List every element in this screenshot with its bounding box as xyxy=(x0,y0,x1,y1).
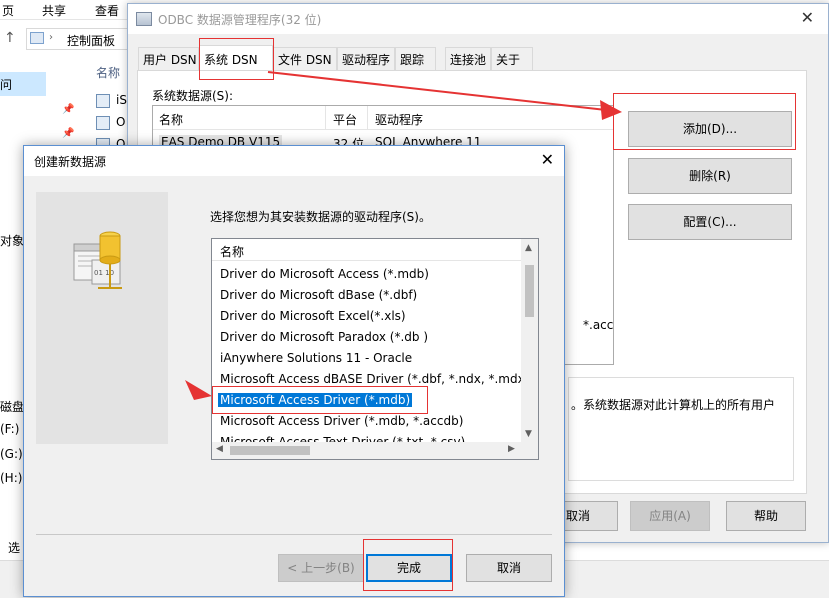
driver-list-horizontal-scrollbar[interactable]: ◀ ▶ xyxy=(212,442,523,459)
driver-label: Driver do Microsoft Access (*.mdb) xyxy=(220,267,429,281)
database-driver-icon: 01 10 xyxy=(73,231,122,289)
system-sources-label: 系统数据源(S): xyxy=(152,89,234,103)
configure-button[interactable]: 配置(C)... xyxy=(628,204,792,240)
scroll-thumb[interactable] xyxy=(230,446,310,455)
dsn-driver-fragment: *.accdb) xyxy=(583,318,614,332)
breadcrumb-control-panel[interactable]: 控制面板 xyxy=(67,32,115,49)
driver-label: Microsoft Access dBASE Driver (*.dbf, *.… xyxy=(220,372,530,386)
file-icon xyxy=(96,116,110,130)
tab-connection-pooling[interactable]: 连接池 xyxy=(445,47,491,71)
dialog-title-bar[interactable]: 创建新数据源 ✕ xyxy=(24,146,564,176)
sidebar-item[interactable]: (F:) xyxy=(0,422,19,436)
column-header-name[interactable]: 名称 xyxy=(159,111,183,128)
remove-button[interactable]: 删除(R) xyxy=(628,158,792,194)
odbc-window-title: ODBC 数据源管理程序(32 位) xyxy=(158,13,322,27)
file-icon xyxy=(96,94,110,108)
create-new-data-source-dialog: 创建新数据源 ✕ 01 10 选择您想为其安装数据源的驱动程序(S)。 名称 D… xyxy=(23,145,565,597)
column-header-platform[interactable]: 平台 xyxy=(333,111,357,128)
close-icon[interactable]: ✕ xyxy=(801,8,814,27)
add-button[interactable]: 添加(D)... xyxy=(628,111,792,147)
tab-file-dsn[interactable]: 文件 DSN xyxy=(273,47,337,71)
tab-tracing[interactable]: 跟踪 xyxy=(395,47,436,71)
ribbon-tab-view[interactable]: 查看 xyxy=(95,2,119,19)
ribbon-tab-share[interactable]: 共享 xyxy=(42,2,66,19)
breadcrumb[interactable]: › 控制面板 xyxy=(26,28,136,50)
odbc-app-icon xyxy=(136,12,152,26)
driver-label: iAnywhere Solutions 11 - Oracle xyxy=(220,351,413,365)
sidebar-item[interactable]: (H:) xyxy=(0,471,22,485)
status-text: 选 xyxy=(8,541,21,555)
list-item[interactable]: Driver do Microsoft Excel(*.xls) xyxy=(212,306,523,327)
driver-label: Microsoft Access Driver (*.mdb, *.accdb) xyxy=(220,414,464,428)
driver-label: Driver do Microsoft Paradox (*.db ) xyxy=(220,330,429,344)
list-item[interactable]: Driver do Microsoft dBase (*.dbf) xyxy=(212,285,523,306)
tab-drivers[interactable]: 驱动程序 xyxy=(337,47,395,71)
driver-label: Driver do Microsoft dBase (*.dbf) xyxy=(220,288,418,302)
list-item[interactable]: Microsoft Access dBASE Driver (*.dbf, *.… xyxy=(212,369,529,390)
explorer-sidebar-selected[interactable]: 问 xyxy=(0,72,46,96)
list-item-selected[interactable]: Microsoft Access Driver (*.mdb) xyxy=(212,390,523,411)
tab-about[interactable]: 关于 xyxy=(491,47,533,71)
sidebar-item[interactable]: (G:) xyxy=(0,447,23,461)
ribbon-tab-page[interactable]: 页 xyxy=(2,2,14,19)
explorer-file-item[interactable]: O xyxy=(96,114,126,134)
scroll-left-icon[interactable]: ◀ xyxy=(216,444,223,454)
dialog-title: 创建新数据源 xyxy=(34,155,107,169)
column-divider[interactable] xyxy=(367,106,368,130)
driver-list-header[interactable]: 名称 xyxy=(212,239,523,261)
tab-user-dsn[interactable]: 用户 DSN xyxy=(138,47,199,71)
pin-icon[interactable]: 📌 xyxy=(62,104,74,115)
help-button[interactable]: 帮助 xyxy=(726,501,806,531)
column-header-driver[interactable]: 驱动程序 xyxy=(375,111,423,128)
wizard-art-panel: 01 10 xyxy=(36,192,168,444)
scroll-right-icon[interactable]: ▶ xyxy=(508,444,515,454)
dialog-divider xyxy=(36,534,552,535)
scroll-up-icon[interactable]: ▲ xyxy=(525,243,532,253)
apply-button[interactable]: 应用(A) xyxy=(630,501,710,531)
pin-icon[interactable]: 📌 xyxy=(62,128,74,139)
list-item[interactable]: Driver do Microsoft Paradox (*.db ) xyxy=(212,327,523,348)
list-item[interactable]: Driver do Microsoft Access (*.mdb) xyxy=(212,264,523,285)
dsn-description-text: 。系统数据源对此计算机上的所有用户 xyxy=(571,398,776,412)
explorer-file-item[interactable]: iS xyxy=(96,92,127,112)
scroll-down-icon[interactable]: ▼ xyxy=(525,429,532,439)
dialog-cancel-button[interactable]: 取消 xyxy=(466,554,552,582)
column-divider[interactable] xyxy=(325,106,326,130)
close-icon[interactable]: ✕ xyxy=(541,150,554,169)
scrollbar-corner xyxy=(521,442,538,459)
driver-list[interactable]: 名称 Driver do Microsoft Access (*.mdb) Dr… xyxy=(211,238,539,460)
sidebar-item[interactable]: 对象 xyxy=(0,232,24,249)
explorer-column-name[interactable]: 名称 xyxy=(96,64,120,81)
column-header-name: 名称 xyxy=(220,245,245,259)
scroll-thumb[interactable] xyxy=(525,265,534,317)
list-item[interactable]: Microsoft Access Driver (*.mdb, *.accdb) xyxy=(212,411,523,432)
driver-label: Driver do Microsoft Excel(*.xls) xyxy=(220,309,406,323)
driver-select-prompt: 选择您想为其安装数据源的驱动程序(S)。 xyxy=(210,210,431,224)
list-item[interactable]: iAnywhere Solutions 11 - Oracle xyxy=(212,348,523,369)
dsn-description-box: 。系统数据源对此计算机上的所有用户 xyxy=(568,377,794,481)
finish-button[interactable]: 完成 xyxy=(366,554,452,582)
dsn-list-header: 名称 平台 驱动程序 xyxy=(153,106,613,130)
icon-binary-text: 01 10 xyxy=(94,269,114,277)
tab-system-dsn[interactable]: 系统 DSN xyxy=(199,45,273,72)
file-label: iS xyxy=(116,93,127,107)
sidebar-selected-label: 问 xyxy=(0,78,13,92)
odbc-title-bar[interactable]: ODBC 数据源管理程序(32 位) ✕ xyxy=(128,4,828,34)
file-label: O xyxy=(116,115,126,129)
chevron-right-icon: › xyxy=(49,32,53,43)
driver-label: Microsoft Access Driver (*.mdb) xyxy=(218,393,413,407)
driver-list-vertical-scrollbar[interactable]: ▲ ▼ xyxy=(521,239,538,442)
control-panel-icon xyxy=(30,32,44,44)
sidebar-item[interactable]: 磁盘 xyxy=(0,398,24,415)
up-arrow-icon[interactable]: ↑ xyxy=(4,30,16,46)
back-button[interactable]: < 上一步(B) xyxy=(278,554,364,582)
